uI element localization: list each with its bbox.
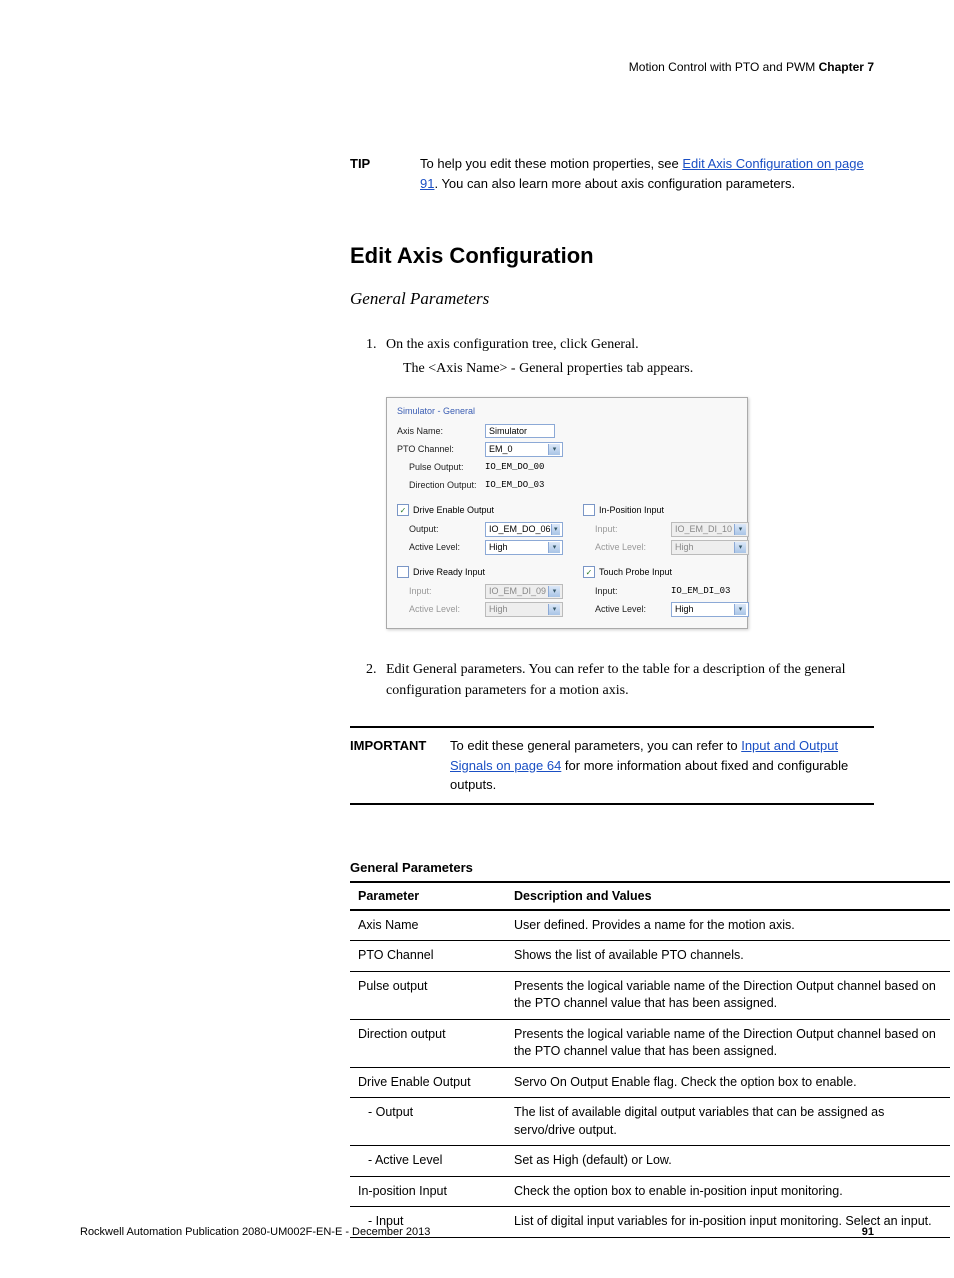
pulse-output-label: Pulse Output: — [397, 462, 485, 472]
in-position-label: In-Position Input — [599, 505, 664, 515]
deo-level-label: Active Level: — [397, 542, 485, 552]
pulse-output-value: IO_EM_DO_00 — [485, 462, 544, 472]
sub-heading: General Parameters — [350, 289, 874, 309]
axis-name-label: Axis Name: — [397, 426, 485, 436]
param-desc: Servo On Output Enable flag. Check the o… — [506, 1067, 950, 1098]
in-position-checkbox[interactable] — [583, 504, 595, 516]
step-1-text: On the axis configuration tree, click Ge… — [386, 337, 639, 352]
dri-level-dropdown: High▾ — [485, 602, 563, 617]
table-title: General Parameters — [350, 860, 874, 875]
ipi-level-dropdown: High▾ — [671, 540, 749, 555]
chevron-down-icon: ▾ — [548, 444, 560, 455]
pto-channel-label: PTO Channel: — [397, 444, 485, 454]
table-row: Pulse outputPresents the logical variabl… — [350, 971, 950, 1019]
header-text: Motion Control with PTO and PWM — [629, 60, 819, 74]
chevron-down-icon: ▾ — [551, 524, 560, 535]
in-position-input-group: In-Position Input — [583, 504, 749, 516]
drive-enable-label: Drive Enable Output — [413, 505, 494, 515]
dri-input-label: Input: — [397, 586, 485, 596]
deo-output-label: Output: — [397, 524, 485, 534]
tpi-level-dropdown[interactable]: High▾ — [671, 602, 749, 617]
touch-probe-checkbox[interactable]: ✓ — [583, 566, 595, 578]
table-row: PTO ChannelShows the list of available P… — [350, 941, 950, 972]
param-name: - Active Level — [350, 1146, 506, 1177]
axis-config-dialog: Simulator - General Axis Name: Simulator… — [386, 397, 748, 629]
param-desc: Set as High (default) or Low. — [506, 1146, 950, 1177]
tip-post: . You can also learn more about axis con… — [434, 176, 795, 191]
step-1-extra: The <Axis Name> - General properties tab… — [403, 361, 874, 377]
drive-enable-output-group: ✓ Drive Enable Output — [397, 504, 563, 516]
drive-enable-checkbox[interactable]: ✓ — [397, 504, 409, 516]
param-desc: The list of available digital output var… — [506, 1098, 950, 1146]
param-name: Drive Enable Output — [350, 1067, 506, 1098]
pto-channel-dropdown[interactable]: EM_0▾ — [485, 442, 563, 457]
document-page: Motion Control with PTO and PWM Chapter … — [0, 0, 954, 1278]
table-row: Direction outputPresents the logical var… — [350, 1019, 950, 1067]
param-name: PTO Channel — [350, 941, 506, 972]
tpi-input-value: IO_EM_DI_03 — [671, 586, 730, 596]
param-name: - Output — [350, 1098, 506, 1146]
page-footer: Rockwell Automation Publication 2080-UM0… — [80, 1226, 874, 1238]
direction-output-value: IO_EM_DO_03 — [485, 480, 544, 490]
deo-level-dropdown[interactable]: High▾ — [485, 540, 563, 555]
chevron-down-icon: ▾ — [548, 586, 560, 597]
col-parameter: Parameter — [350, 882, 506, 910]
running-header: Motion Control with PTO and PWM Chapter … — [80, 60, 874, 74]
table-row: - OutputThe list of available digital ou… — [350, 1098, 950, 1146]
deo-output-dropdown[interactable]: IO_EM_DO_06▾ — [485, 522, 563, 537]
publication-info: Rockwell Automation Publication 2080-UM0… — [80, 1226, 430, 1238]
table-row: - Active LevelSet as High (default) or L… — [350, 1146, 950, 1177]
param-name: Axis Name — [350, 910, 506, 941]
drive-ready-input-group: Drive Ready Input — [397, 566, 563, 578]
touch-probe-input-group: ✓ Touch Probe Input — [583, 566, 749, 578]
important-callout: IMPORTANT To edit these general paramete… — [350, 726, 874, 805]
ipi-level-label: Active Level: — [583, 542, 671, 552]
drive-ready-label: Drive Ready Input — [413, 567, 485, 577]
param-name: Pulse output — [350, 971, 506, 1019]
table-row: Axis NameUser defined. Provides a name f… — [350, 910, 950, 941]
param-desc: User defined. Provides a name for the mo… — [506, 910, 950, 941]
tip-pre: To help you edit these motion properties… — [420, 156, 682, 171]
table-row: Drive Enable OutputServo On Output Enabl… — [350, 1067, 950, 1098]
step-2-text: Edit General parameters. You can refer t… — [386, 662, 845, 698]
dri-level-label: Active Level: — [397, 604, 485, 614]
important-label: IMPORTANT — [350, 736, 450, 795]
param-desc: Shows the list of available PTO channels… — [506, 941, 950, 972]
ipi-input-dropdown: IO_EM_DI_10▾ — [671, 522, 749, 537]
dialog-title: Simulator - General — [397, 406, 737, 416]
tpi-level-label: Active Level: — [583, 604, 671, 614]
step-list: On the axis configuration tree, click Ge… — [380, 334, 874, 355]
tpi-input-label: Input: — [583, 586, 671, 596]
touch-probe-label: Touch Probe Input — [599, 567, 672, 577]
col-description: Description and Values — [506, 882, 950, 910]
drive-ready-checkbox[interactable] — [397, 566, 409, 578]
ipi-input-label: Input: — [583, 524, 671, 534]
chevron-down-icon: ▾ — [734, 604, 746, 615]
step-1: On the axis configuration tree, click Ge… — [380, 334, 874, 355]
param-name: In-position Input — [350, 1176, 506, 1207]
chevron-down-icon: ▾ — [734, 542, 746, 553]
chevron-down-icon: ▾ — [548, 604, 560, 615]
tip-body: To help you edit these motion properties… — [420, 154, 874, 193]
table-row: In-position InputCheck the option box to… — [350, 1176, 950, 1207]
section-heading: Edit Axis Configuration — [350, 243, 874, 269]
chevron-down-icon: ▾ — [548, 542, 560, 553]
param-desc: Check the option box to enable in-positi… — [506, 1176, 950, 1207]
tip-callout: TIP To help you edit these motion proper… — [350, 154, 874, 193]
axis-name-input[interactable]: Simulator — [485, 424, 555, 438]
chevron-down-icon: ▾ — [734, 524, 746, 535]
step-2: Edit General parameters. You can refer t… — [380, 659, 874, 701]
important-pre: To edit these general parameters, you ca… — [450, 738, 741, 753]
chapter-label: Chapter 7 — [819, 60, 874, 74]
tip-label: TIP — [350, 154, 420, 193]
dri-input-dropdown: IO_EM_DI_09▾ — [485, 584, 563, 599]
important-body: To edit these general parameters, you ca… — [450, 736, 874, 795]
page-number: 91 — [862, 1226, 874, 1238]
param-desc: Presents the logical variable name of th… — [506, 1019, 950, 1067]
direction-output-label: Direction Output: — [397, 480, 485, 490]
param-name: Direction output — [350, 1019, 506, 1067]
param-desc: Presents the logical variable name of th… — [506, 971, 950, 1019]
general-parameters-table: Parameter Description and Values Axis Na… — [350, 881, 950, 1238]
step-list-2: Edit General parameters. You can refer t… — [380, 659, 874, 701]
